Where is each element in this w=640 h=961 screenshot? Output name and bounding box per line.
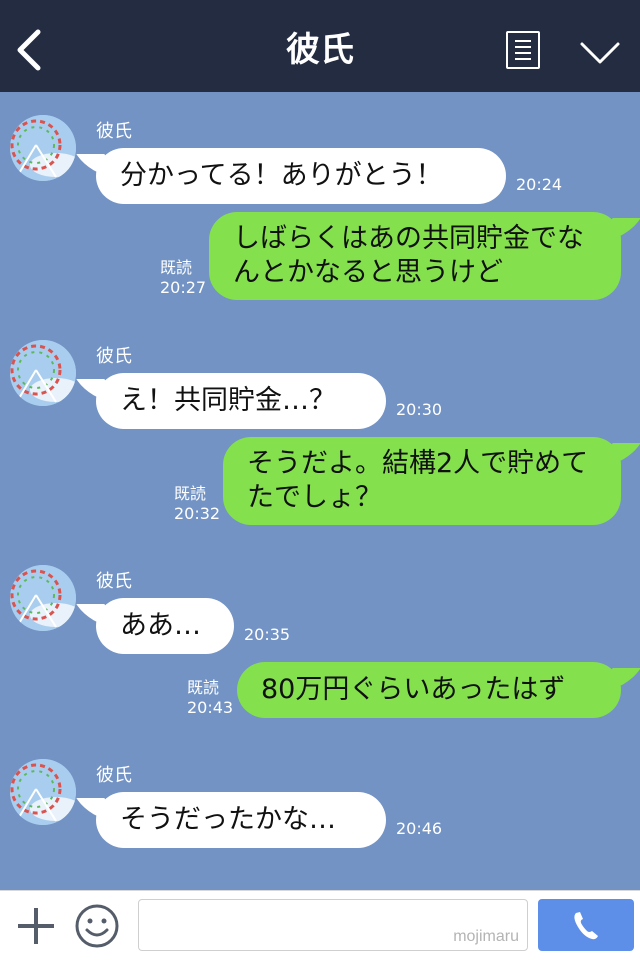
plus-icon — [18, 908, 54, 944]
avatar[interactable] — [10, 565, 76, 631]
message-meta: 既読 20:27 — [160, 258, 206, 298]
outgoing-message-bubble[interactable]: 80万円ぐらいあったはず — [237, 662, 621, 718]
ferris-wheel-avatar-image — [10, 340, 76, 406]
read-status: 既読 — [160, 258, 193, 277]
chat-area[interactable]: 彼氏 分かってる！ありがとう！ 20:24 既読 20:27 しばらくはあの共同… — [0, 92, 640, 890]
read-status: 既読 — [174, 484, 207, 503]
sender-name: 彼氏 — [96, 765, 132, 786]
watermark: mojimaru — [453, 928, 519, 945]
message-time: 20:30 — [396, 400, 443, 419]
sender-name: 彼氏 — [96, 121, 132, 142]
chat-header: 彼氏 — [0, 0, 640, 92]
incoming-message-bubble[interactable]: ああ… — [96, 598, 234, 654]
ferris-wheel-avatar-image — [10, 115, 76, 181]
avatar[interactable] — [10, 759, 76, 825]
chevron-down-icon — [580, 42, 620, 64]
smiley-icon — [75, 904, 119, 948]
incoming-message-bubble[interactable]: え！共同貯金…？ — [96, 373, 386, 429]
read-status: 既読 — [187, 678, 220, 697]
message-meta: 既読 20:32 — [174, 484, 220, 524]
message-text: ああ… — [120, 610, 201, 641]
ferris-wheel-avatar-image — [10, 565, 76, 631]
message-time: 20:32 — [174, 504, 221, 523]
message-meta: 既読 20:43 — [187, 678, 233, 718]
ferris-wheel-avatar-image — [10, 759, 76, 825]
message-text: そうだったかな… — [120, 804, 336, 835]
avatar[interactable] — [10, 340, 76, 406]
chat-title: 彼氏 — [286, 30, 354, 70]
message-time: 20:27 — [160, 278, 207, 297]
sender-name: 彼氏 — [96, 571, 132, 592]
incoming-message-bubble[interactable]: 分かってる！ありがとう！ — [96, 148, 506, 204]
outgoing-message-bubble[interactable]: しばらくはあの共同貯金でなんとかなると思うけど — [209, 212, 621, 300]
message-time: 20:24 — [516, 175, 563, 194]
message-time: 20:35 — [244, 625, 291, 644]
message-text: しばらくはあの共同貯金でなんとかなると思うけど — [233, 223, 584, 288]
avatar[interactable] — [10, 115, 76, 181]
message-text: そうだよ。結構2人で貯めてたでしょ？ — [247, 448, 589, 513]
message-text: え！共同貯金…？ — [120, 385, 336, 416]
add-attachment-button[interactable] — [14, 904, 58, 948]
message-text: 分かってる！ありがとう！ — [120, 160, 443, 191]
input-bar: mojimaru — [0, 890, 640, 961]
outgoing-message-bubble[interactable]: そうだよ。結構2人で貯めてたでしょ？ — [223, 437, 621, 525]
message-time: 20:43 — [187, 698, 234, 717]
message-input[interactable]: mojimaru — [138, 899, 528, 951]
incoming-message-bubble[interactable]: そうだったかな… — [96, 792, 386, 848]
expand-button[interactable] — [578, 36, 622, 68]
call-button[interactable] — [538, 899, 634, 951]
sender-name: 彼氏 — [96, 346, 132, 367]
phone-icon — [574, 912, 598, 940]
emoji-button[interactable] — [74, 903, 120, 949]
message-time: 20:46 — [396, 819, 443, 838]
menu-button[interactable] — [506, 31, 540, 69]
message-text: 80万円ぐらいあったはず — [261, 674, 566, 705]
